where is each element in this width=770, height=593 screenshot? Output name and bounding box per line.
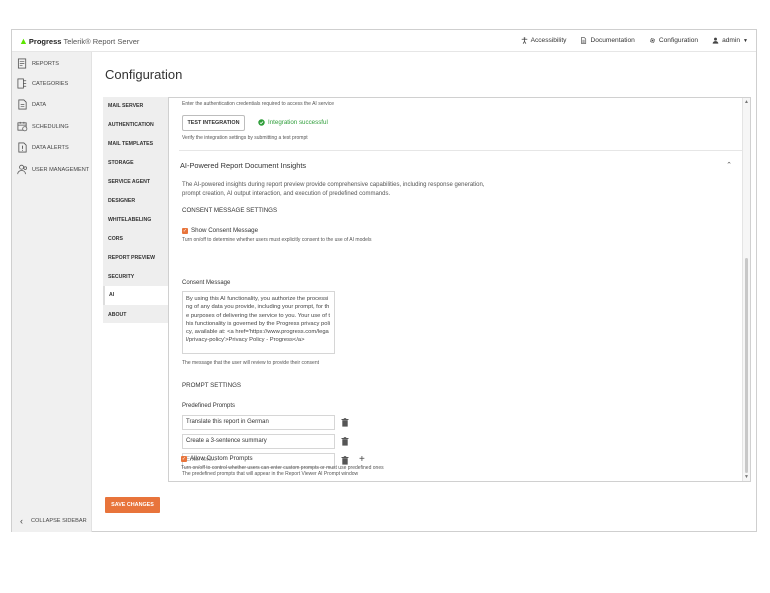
trash-icon[interactable] (341, 437, 349, 446)
accessibility-link[interactable]: Accessibility (521, 37, 566, 44)
checkbox-checked-icon: ✓ (182, 227, 188, 234)
app-window: ▲ Progress Telerik® Report Server Access… (11, 29, 757, 532)
allow-custom-prompts-checkbox[interactable]: ✓ Allow Custom Prompts (181, 455, 253, 462)
tab-mail-server[interactable]: MAIL SERVER (108, 103, 143, 109)
panel-scrollbar[interactable]: ▲ ▼ (742, 98, 750, 481)
reports-icon (17, 58, 27, 69)
chevron-up-icon[interactable]: ⌃ (726, 161, 732, 169)
auth-hint: Enter the authentication credentials req… (182, 101, 335, 107)
user-menu[interactable]: admin ▼ (712, 37, 748, 44)
data-alerts-icon (18, 142, 27, 153)
consent-message-textarea[interactable]: By using this AI functionality, you auth… (182, 291, 335, 354)
insights-description: The AI-powered insights during report pr… (182, 182, 485, 197)
tab-designer[interactable]: DESIGNER (108, 198, 135, 204)
brand-logo[interactable]: ▲ Progress Telerik® Report Server (19, 36, 139, 46)
categories-icon (17, 78, 27, 89)
insights-section-title[interactable]: AI-Powered Report Document Insights (180, 161, 306, 170)
configuration-link[interactable]: Configuration (649, 37, 698, 44)
config-tabs: MAIL SERVER AUTHENTICATION MAIL TEMPLATE… (103, 97, 169, 323)
documentation-link[interactable]: Documentation (580, 37, 635, 44)
consent-message-label: Consent Message (182, 280, 231, 286)
check-circle-icon (258, 119, 265, 126)
scheduling-icon (17, 121, 28, 132)
checkbox-checked-icon: ✓ (181, 455, 187, 462)
user-icon (712, 37, 719, 44)
chevron-down-icon: ▼ (743, 37, 748, 44)
add-prompt-button[interactable]: + (359, 455, 365, 465)
sidebar-item-reports[interactable]: REPORTS (17, 58, 59, 69)
consent-message-hint: The message that the user will review to… (182, 360, 320, 366)
document-icon (581, 37, 587, 44)
scrollbar-thumb[interactable] (745, 258, 748, 473)
tab-security[interactable]: SECURITY (108, 274, 134, 280)
test-hint: Verify the integration settings by submi… (182, 135, 308, 141)
prompt-settings-heading: PROMPT SETTINGS (182, 382, 242, 389)
scroll-down-icon[interactable]: ▼ (744, 474, 749, 480)
chevron-left-icon: ‹ (20, 516, 23, 526)
trash-icon[interactable] (341, 456, 349, 465)
users-icon (17, 164, 27, 175)
section-divider (179, 150, 742, 151)
sidebar-item-data[interactable]: DATA (17, 99, 46, 110)
trash-icon[interactable] (341, 418, 349, 427)
page-title: Configuration (105, 67, 183, 82)
ai-settings-panel: Enter the authentication credentials req… (168, 97, 751, 482)
save-changes-button[interactable]: SAVE CHANGES (105, 497, 160, 513)
sidebar-item-categories[interactable]: CATEGORIES (17, 78, 68, 89)
scroll-up-icon[interactable]: ▲ (744, 99, 749, 105)
tab-authentication[interactable]: AUTHENTICATION (108, 122, 154, 128)
gear-icon (649, 38, 655, 43)
data-icon (18, 99, 27, 110)
sidebar-item-user-management[interactable]: USER MANAGEMENT (17, 164, 89, 175)
prompt-input[interactable]: Create a 3-sentence summary (182, 434, 335, 449)
prompts-hint: The predefined prompts that will appear … (182, 471, 359, 477)
sidebar: REPORTS CATEGORIES DATA SCHEDULING DATA … (12, 52, 92, 532)
tab-service-agent[interactable]: SERVICE AGENT (108, 179, 150, 185)
consent-settings-heading: CONSENT MESSAGE SETTINGS (182, 207, 278, 214)
sidebar-item-scheduling[interactable]: SCHEDULING (17, 121, 69, 132)
tab-report-preview[interactable]: REPORT PREVIEW (108, 255, 155, 261)
tab-cors[interactable]: CORS (108, 236, 123, 242)
tab-whitelabeling[interactable]: WHITELABELING (108, 217, 151, 223)
integration-status: Integration successful (258, 119, 328, 126)
top-bar: ▲ Progress Telerik® Report Server Access… (12, 30, 756, 52)
test-integration-button[interactable]: TEST INTEGRATION (182, 115, 245, 131)
prompt-input[interactable]: Translate this report in German (182, 415, 335, 430)
show-consent-checkbox[interactable]: ✓ Show Consent Message (182, 227, 258, 234)
predefined-prompts-label: Predefined Prompts (182, 403, 236, 409)
tab-storage[interactable]: STORAGE (108, 160, 134, 166)
allow-custom-hint: Turn on/off to control whether users can… (181, 465, 384, 471)
tab-mail-templates[interactable]: MAIL TEMPLATES (108, 141, 153, 147)
collapse-sidebar-button[interactable]: ‹ COLLAPSE SIDEBAR (20, 516, 87, 526)
sidebar-item-data-alerts[interactable]: DATA ALERTS (17, 142, 69, 153)
accessibility-icon (521, 37, 527, 44)
progress-logo-icon: ▲ (19, 36, 28, 46)
show-consent-hint: Turn on/off to determine whether users m… (182, 237, 372, 243)
tab-about[interactable]: ABOUT (108, 312, 126, 318)
tab-ai[interactable]: AI (103, 286, 169, 305)
